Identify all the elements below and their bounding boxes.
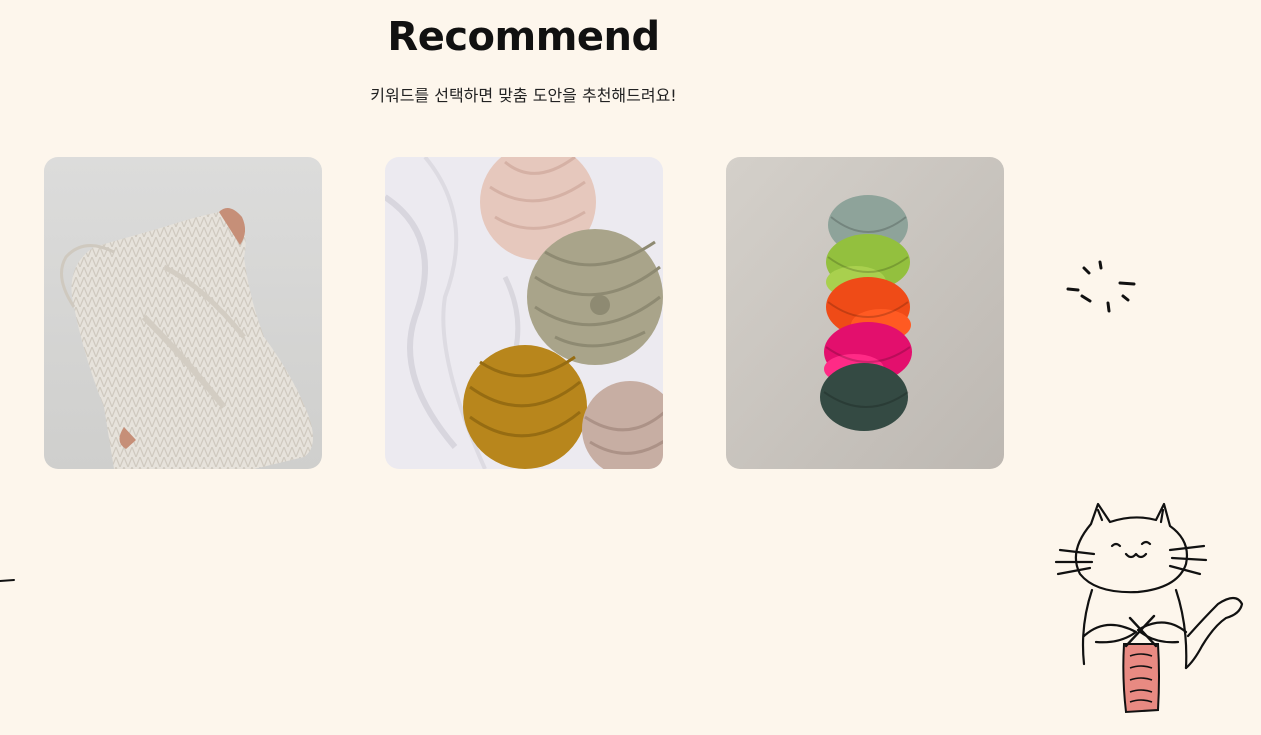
sparkle-doodle-icon (1066, 260, 1136, 313)
dash-doodle-icon (0, 579, 15, 582)
section-subtitle: 키워드를 선택하면 맞춤 도안을 추천해드려요! (370, 86, 677, 105)
yarn-balls-photo (385, 157, 663, 469)
sweater-photo (44, 157, 322, 469)
recommend-card-braided-yarn[interactable] (726, 157, 1004, 469)
recommend-card-yarn-balls[interactable] (385, 157, 663, 469)
knitting-cat-illustration (1054, 502, 1244, 714)
recommend-section: Recommend 키워드를 선택하면 맞춤 도안을 추천해드려요! (0, 0, 1261, 735)
recommend-card-sweater[interactable] (44, 157, 322, 469)
braided-yarn-photo (726, 157, 1004, 469)
section-title: Recommend (387, 14, 660, 60)
